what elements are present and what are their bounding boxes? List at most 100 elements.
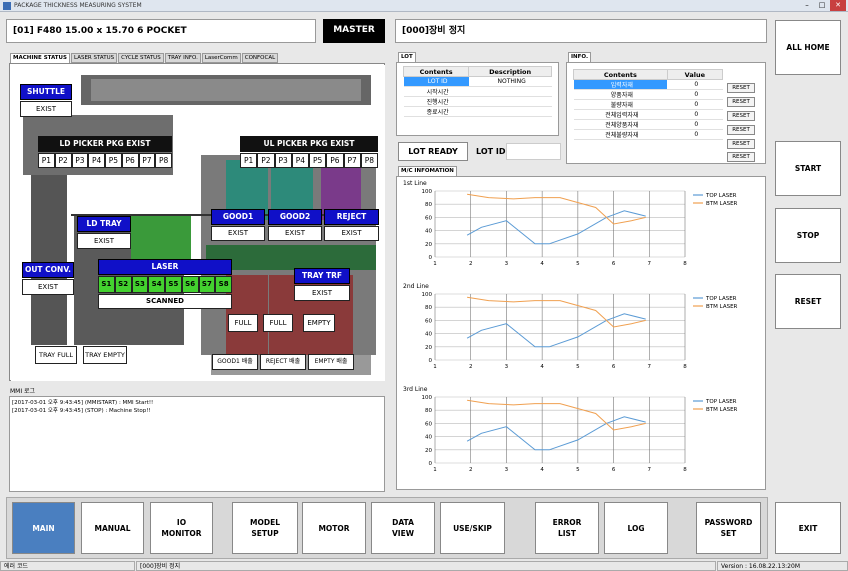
reset-button[interactable]: RESET — [727, 152, 755, 162]
all-home-button[interactable]: ALL HOME — [775, 20, 841, 75]
lot-row-key[interactable]: LOT ID — [403, 76, 469, 87]
lot-row-key[interactable]: 시작시간 — [403, 86, 469, 97]
laser-label: LASER — [98, 259, 232, 275]
reset-button[interactable]: RESET — [727, 125, 755, 135]
legend-label: TOP LASER — [705, 193, 737, 199]
tab-laser-comm[interactable]: LaserComm — [201, 53, 241, 63]
ul-picker-pockets: P1 P2 P3 P4 P5 P6 P7 P8 — [240, 153, 378, 168]
x-tick-label: 5 — [576, 261, 580, 267]
series-line-top-laser — [466, 313, 646, 348]
col-value: Value — [666, 69, 724, 80]
main-button[interactable]: MAIN — [12, 502, 75, 554]
reset-button[interactable]: RESET — [727, 97, 755, 107]
series-line-btm-laser — [467, 193, 646, 225]
laser-slot: S1 — [98, 276, 115, 293]
info-tab[interactable]: INFO. — [568, 52, 592, 62]
ld-pocket: P5 — [105, 153, 122, 168]
minimize-button[interactable]: – — [800, 0, 814, 11]
model-setup-button[interactable]: MODEL SETUP — [232, 502, 298, 554]
reset-button[interactable]: RESET — [727, 111, 755, 121]
lot-row-value — [468, 96, 552, 107]
ld-picker-pockets: P1 P2 P3 P4 P5 P6 P7 P8 — [38, 153, 172, 168]
start-button[interactable]: START — [775, 141, 841, 196]
x-tick-label: 2 — [469, 364, 473, 370]
good1-eject-button[interactable]: GOOD1 배출 — [212, 354, 258, 370]
y-tick-label: 20 — [425, 448, 432, 454]
x-tick-label: 3 — [505, 364, 509, 370]
x-tick-label: 4 — [540, 364, 544, 370]
reset-button[interactable]: RESET — [727, 83, 755, 93]
tab-machine-status[interactable]: MACHINE STATUS — [10, 53, 70, 63]
laser-slot: S8 — [215, 276, 232, 293]
empty-eject-button[interactable]: EMPTY 배출 — [308, 354, 354, 370]
lot-ready-button[interactable]: LOT READY — [398, 142, 468, 161]
motor-button[interactable]: MOTOR — [302, 502, 366, 554]
laser-slots: S1 S2 S3 S4 S5 S6 S7 S8 — [98, 276, 232, 293]
x-tick-label: 4 — [540, 261, 544, 267]
good2-tray-label: GOOD2 TRAY — [268, 209, 322, 235]
error-list-button[interactable]: ERROR LIST — [535, 502, 599, 554]
mc-info-tab[interactable]: M/C INFOMATION — [398, 166, 457, 176]
exit-button[interactable]: EXIT — [775, 502, 841, 554]
stop-button[interactable]: STOP — [775, 208, 841, 263]
tab-cycle-status[interactable]: CYCLE STATUS — [118, 53, 164, 63]
y-tick-label: 20 — [425, 345, 432, 351]
tray-empty-button[interactable]: TRAY EMPTY — [83, 346, 127, 364]
master-button[interactable]: MASTER — [323, 19, 385, 43]
ul-pocket: P3 — [274, 153, 292, 168]
x-tick-label: 3 — [505, 261, 509, 267]
ld-tray-trf-label: LD TRAY TRF — [77, 216, 131, 242]
tab-tray-info[interactable]: TRAY INFO. — [164, 53, 201, 63]
info-row-key[interactable]: 전체불량자재 — [573, 129, 668, 140]
y-tick-label: 100 — [422, 292, 433, 298]
log-title: MMI 로그 — [10, 388, 36, 395]
y-tick-label: 0 — [429, 461, 433, 467]
log-button[interactable]: LOG — [604, 502, 668, 554]
tray-full-button[interactable]: TRAY FULL — [35, 346, 77, 364]
close-button[interactable]: ✕ — [830, 0, 846, 11]
lot-tab[interactable]: LOT — [398, 52, 416, 62]
lot-table: Contents Description LOT ID NOTHING 시작시간 진… — [396, 62, 559, 136]
io-monitor-button[interactable]: IO MONITOR — [150, 502, 213, 554]
lot-row-key[interactable]: 종료시간 — [403, 106, 469, 117]
info-row-key[interactable]: 전체입력자재 — [573, 109, 668, 120]
x-tick-label: 8 — [683, 467, 687, 473]
x-tick-label: 7 — [648, 364, 652, 370]
use-skip-button[interactable]: USE/SKIP — [440, 502, 505, 554]
data-view-button[interactable]: DATA VIEW — [371, 502, 435, 554]
col-contents: Contents — [573, 69, 668, 80]
window-title: PACKAGE THICKNESS MEASURING SYSTEM — [14, 2, 142, 9]
ld-pocket: P1 — [38, 153, 55, 168]
manual-button[interactable]: MANUAL — [81, 502, 144, 554]
maximize-button[interactable]: □ — [815, 0, 829, 11]
tab-confocal[interactable]: CONFOCAL — [241, 53, 279, 63]
status-message: [000]장비 정지 — [136, 561, 716, 571]
info-row-key[interactable]: 불량자재 — [573, 99, 668, 110]
out-conv-label: OUT CONV. — [22, 262, 74, 278]
info-row-key[interactable]: 전체양품자재 — [573, 119, 668, 130]
machine-view: SHUTTLE EXIST LD PICKER PKG EXIST P1 P2 … — [9, 63, 385, 381]
password-set-button[interactable]: PASSWORD SET — [696, 502, 761, 554]
mc-info-panel: 1st Line 0 20 40 60 80 100 1 2 3 4 5 6 7 8 TOP LASER BTM… — [396, 176, 766, 490]
y-tick-label: 40 — [425, 229, 432, 235]
good2-tray-status: EXIST — [268, 226, 322, 241]
ul-pocket: P1 — [240, 153, 258, 168]
y-tick-label: 60 — [425, 215, 432, 221]
out-conv-status: EXIST — [22, 279, 74, 295]
x-tick-label: 3 — [505, 467, 509, 473]
legend-label: TOP LASER — [705, 296, 737, 302]
reset-button[interactable]: RESET — [727, 139, 755, 149]
reject-eject-button[interactable]: REJECT 배출 — [260, 354, 306, 370]
x-tick-label: 5 — [576, 467, 580, 473]
shuttle-status: EXIST — [20, 101, 72, 117]
lot-row-key[interactable]: 진행시간 — [403, 96, 469, 107]
x-tick-label: 7 — [648, 467, 652, 473]
tab-laser-status[interactable]: LASER STATUS — [71, 53, 118, 63]
col-description: Description — [468, 66, 552, 77]
info-row-key[interactable]: 양품자재 — [573, 89, 668, 100]
lot-id-field[interactable] — [506, 143, 561, 160]
info-row-key[interactable]: 입력자재 — [573, 79, 668, 90]
status-version: Version : 16.08.22.13:20M — [717, 561, 848, 571]
reset-button-main[interactable]: RESET — [775, 274, 841, 329]
status-error-code: 에러 코드 — [0, 561, 135, 571]
